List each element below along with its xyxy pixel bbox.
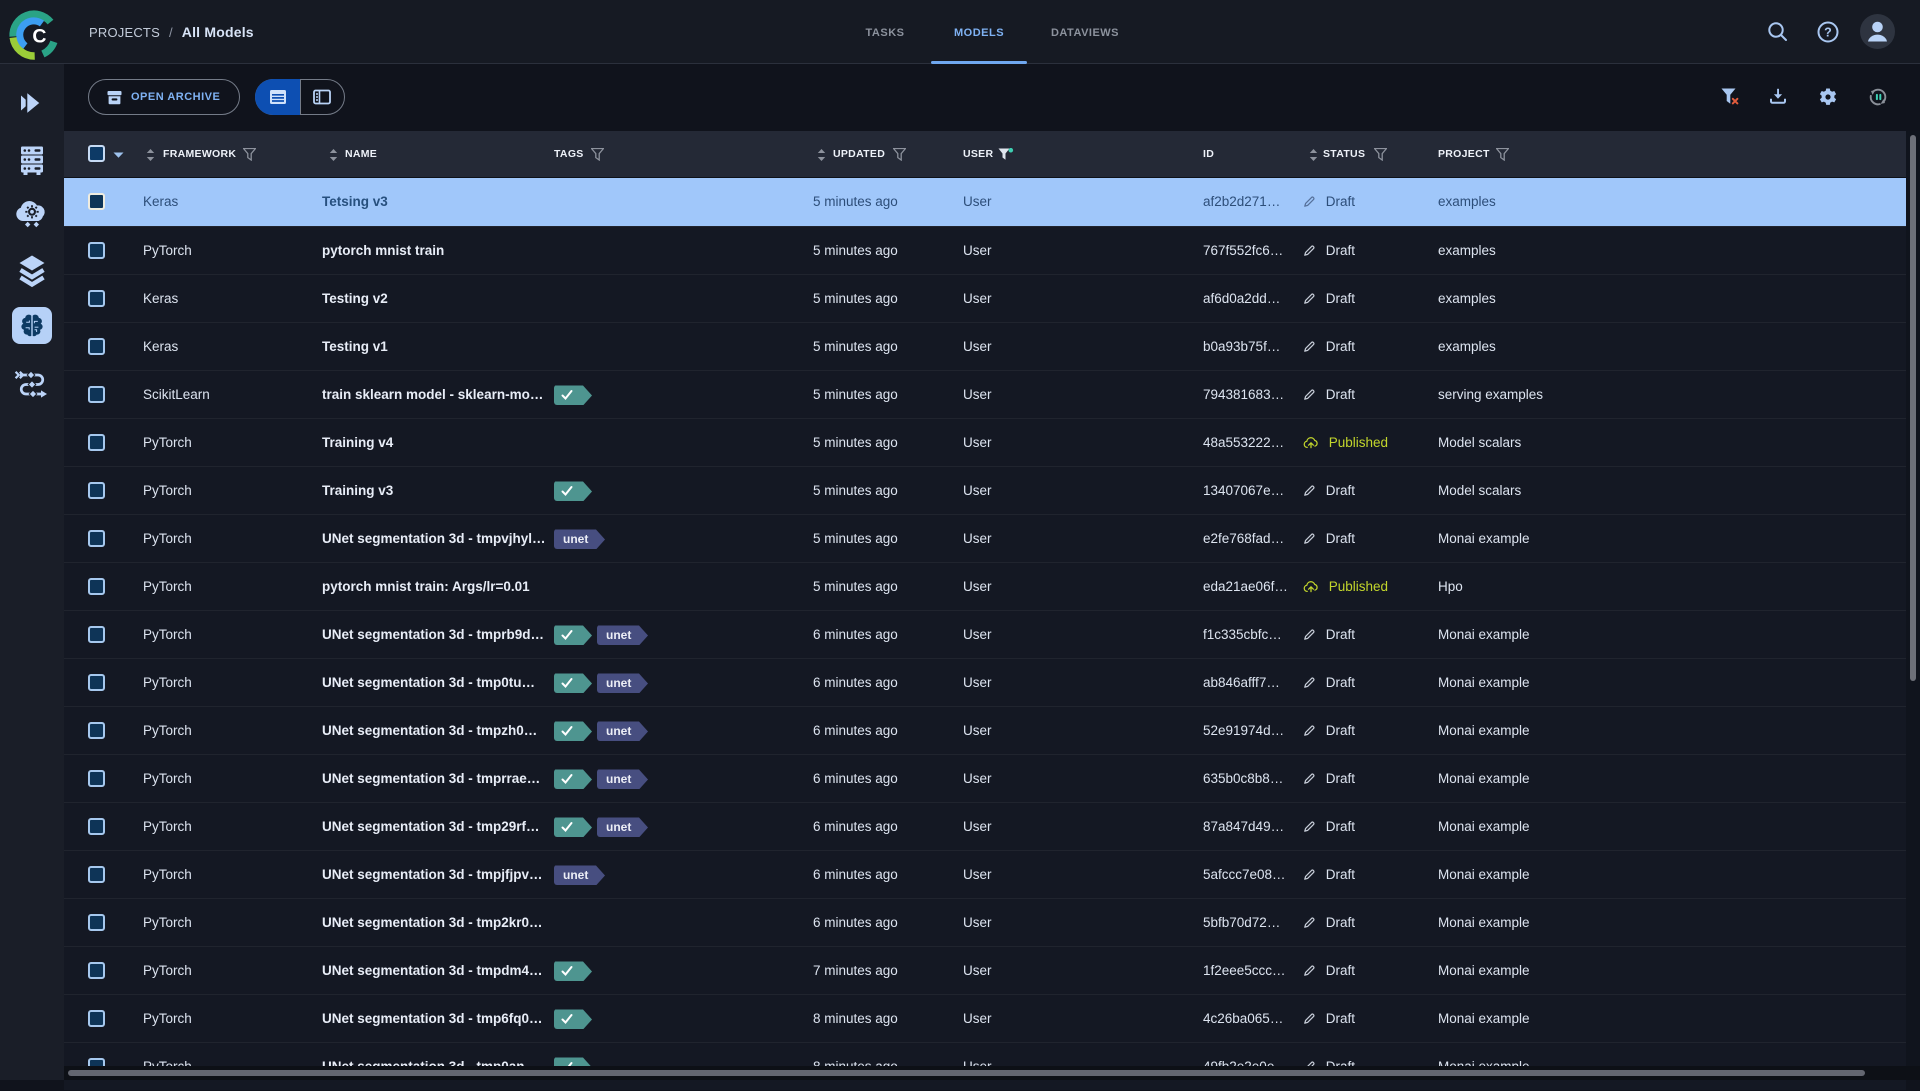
svg-text:?: ? [1824,25,1832,39]
svg-text:C: C [32,25,46,47]
